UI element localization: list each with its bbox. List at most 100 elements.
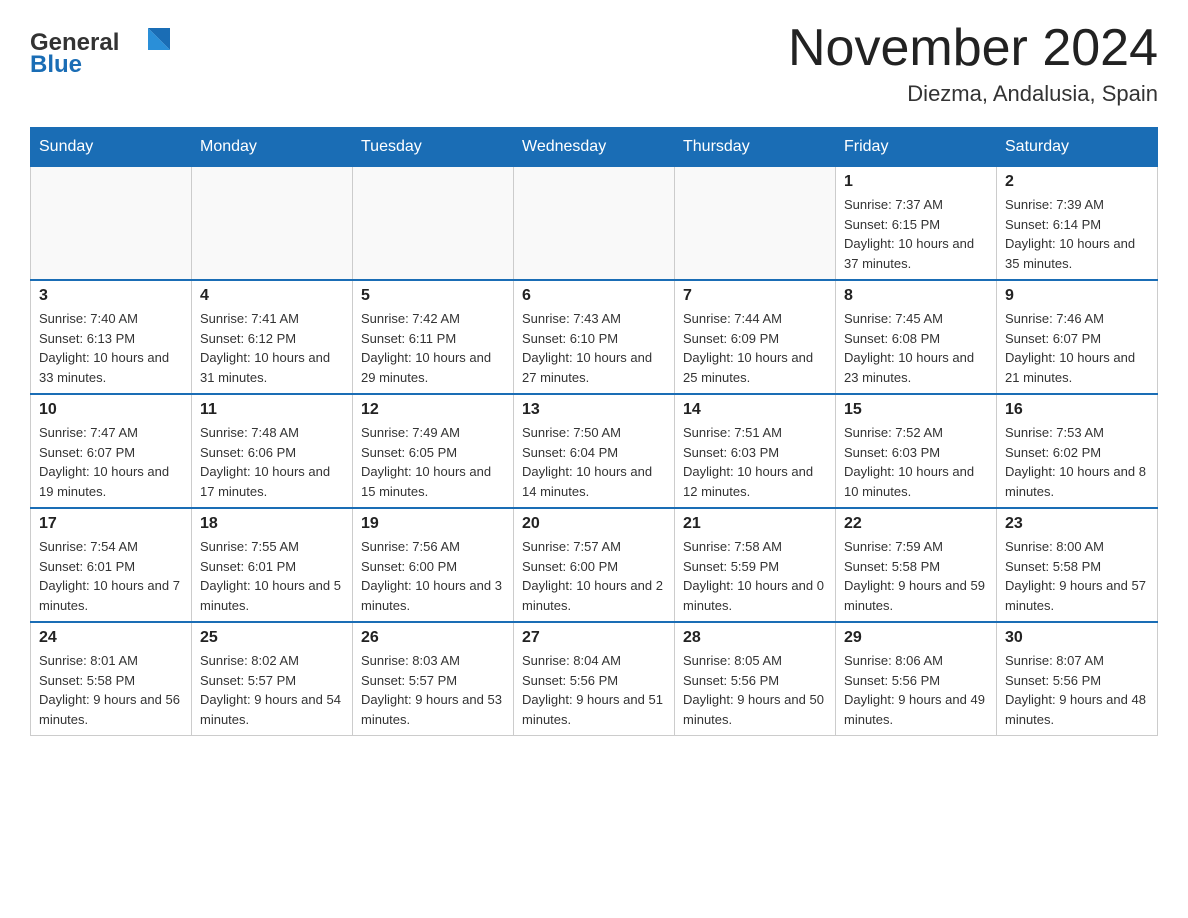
calendar-cell: 12 Sunrise: 7:49 AM Sunset: 6:05 PM Dayli… — [353, 394, 514, 508]
day-number: 27 — [522, 629, 666, 647]
day-number: 11 — [200, 401, 344, 419]
calendar-cell: 21 Sunrise: 7:58 AM Sunset: 5:59 PM Dayli… — [675, 508, 836, 622]
sun-info: Sunrise: 7:54 AM Sunset: 6:01 PM Dayligh… — [39, 537, 183, 615]
calendar-table: SundayMondayTuesdayWednesdayThursdayFrid… — [30, 127, 1158, 736]
day-number: 26 — [361, 629, 505, 647]
sun-info: Sunrise: 8:02 AM Sunset: 5:57 PM Dayligh… — [200, 651, 344, 729]
calendar-cell: 4 Sunrise: 7:41 AM Sunset: 6:12 PM Daylig… — [192, 280, 353, 394]
sun-info: Sunrise: 7:51 AM Sunset: 6:03 PM Dayligh… — [683, 423, 827, 501]
calendar-cell: 13Sunrise: 7:50 AM Sunset: 6:04 PM Dayli… — [514, 394, 675, 508]
sun-info: Sunrise: 8:00 AM Sunset: 5:58 PM Dayligh… — [1005, 537, 1149, 615]
calendar-cell: 8 Sunrise: 7:45 AM Sunset: 6:08 PM Daylig… — [836, 280, 997, 394]
calendar-cell: 28 Sunrise: 8:05 AM Sunset: 5:56 PM Dayli… — [675, 622, 836, 736]
calendar-cell: 24 Sunrise: 8:01 AM Sunset: 5:58 PM Dayli… — [31, 622, 192, 736]
day-header-thursday: Thursday — [675, 128, 836, 167]
day-number: 20 — [522, 515, 666, 533]
week-row-2: 3Sunrise: 7:40 AM Sunset: 6:13 PM Daylig… — [31, 280, 1158, 394]
day-number: 4 — [200, 287, 344, 305]
sun-info: Sunrise: 8:04 AM Sunset: 5:56 PM Dayligh… — [522, 651, 666, 729]
sun-info: Sunrise: 8:06 AM Sunset: 5:56 PM Dayligh… — [844, 651, 988, 729]
day-header-sunday: Sunday — [31, 128, 192, 167]
sun-info: Sunrise: 7:48 AM Sunset: 6:06 PM Dayligh… — [200, 423, 344, 501]
sun-info: Sunrise: 7:46 AM Sunset: 6:07 PM Dayligh… — [1005, 309, 1149, 387]
day-number: 2 — [1005, 173, 1149, 191]
header: General Blue November 2024 Diezma, Andal… — [30, 20, 1158, 107]
day-number: 5 — [361, 287, 505, 305]
calendar-header-row: SundayMondayTuesdayWednesdayThursdayFrid… — [31, 128, 1158, 167]
calendar-cell: 7Sunrise: 7:44 AM Sunset: 6:09 PM Daylig… — [675, 280, 836, 394]
week-row-5: 24 Sunrise: 8:01 AM Sunset: 5:58 PM Dayli… — [31, 622, 1158, 736]
calendar-cell: 23 Sunrise: 8:00 AM Sunset: 5:58 PM Dayli… — [997, 508, 1158, 622]
sun-info: Sunrise: 7:47 AM Sunset: 6:07 PM Dayligh… — [39, 423, 183, 501]
day-number: 23 — [1005, 515, 1149, 533]
calendar-cell: 14 Sunrise: 7:51 AM Sunset: 6:03 PM Dayli… — [675, 394, 836, 508]
sun-info: Sunrise: 8:03 AM Sunset: 5:57 PM Dayligh… — [361, 651, 505, 729]
day-number: 10 — [39, 401, 183, 419]
sun-info: Sunrise: 7:55 AM Sunset: 6:01 PM Dayligh… — [200, 537, 344, 615]
calendar-cell: 17Sunrise: 7:54 AM Sunset: 6:01 PM Dayli… — [31, 508, 192, 622]
calendar-cell: 6 Sunrise: 7:43 AM Sunset: 6:10 PM Daylig… — [514, 280, 675, 394]
week-row-4: 17Sunrise: 7:54 AM Sunset: 6:01 PM Dayli… — [31, 508, 1158, 622]
day-number: 19 — [361, 515, 505, 533]
day-header-wednesday: Wednesday — [514, 128, 675, 167]
day-number: 18 — [200, 515, 344, 533]
calendar-cell: 10 Sunrise: 7:47 AM Sunset: 6:07 PM Dayli… — [31, 394, 192, 508]
calendar-cell — [514, 167, 675, 281]
day-number: 8 — [844, 287, 988, 305]
day-number: 12 — [361, 401, 505, 419]
day-number: 14 — [683, 401, 827, 419]
sun-info: Sunrise: 7:45 AM Sunset: 6:08 PM Dayligh… — [844, 309, 988, 387]
sun-info: Sunrise: 7:49 AM Sunset: 6:05 PM Dayligh… — [361, 423, 505, 501]
week-row-1: 1 Sunrise: 7:37 AM Sunset: 6:15 PM Daylig… — [31, 167, 1158, 281]
calendar-cell: 30Sunrise: 8:07 AM Sunset: 5:56 PM Dayli… — [997, 622, 1158, 736]
day-number: 30 — [1005, 629, 1149, 647]
sun-info: Sunrise: 7:53 AM Sunset: 6:02 PM Dayligh… — [1005, 423, 1149, 501]
day-number: 3 — [39, 287, 183, 305]
month-title: November 2024 — [788, 20, 1158, 77]
sun-info: Sunrise: 7:58 AM Sunset: 5:59 PM Dayligh… — [683, 537, 827, 615]
day-number: 6 — [522, 287, 666, 305]
calendar-cell — [353, 167, 514, 281]
sun-info: Sunrise: 8:01 AM Sunset: 5:58 PM Dayligh… — [39, 651, 183, 729]
calendar-cell: 22Sunrise: 7:59 AM Sunset: 5:58 PM Dayli… — [836, 508, 997, 622]
calendar-cell: 16 Sunrise: 7:53 AM Sunset: 6:02 PM Dayli… — [997, 394, 1158, 508]
sun-info: Sunrise: 7:41 AM Sunset: 6:12 PM Dayligh… — [200, 309, 344, 387]
day-header-tuesday: Tuesday — [353, 128, 514, 167]
calendar-cell: 9 Sunrise: 7:46 AM Sunset: 6:07 PM Daylig… — [997, 280, 1158, 394]
calendar-cell: 5 Sunrise: 7:42 AM Sunset: 6:11 PM Daylig… — [353, 280, 514, 394]
calendar-cell: 3Sunrise: 7:40 AM Sunset: 6:13 PM Daylig… — [31, 280, 192, 394]
calendar-cell: 2Sunrise: 7:39 AM Sunset: 6:14 PM Daylig… — [997, 167, 1158, 281]
logo: General Blue — [30, 20, 190, 85]
day-number: 24 — [39, 629, 183, 647]
sun-info: Sunrise: 7:56 AM Sunset: 6:00 PM Dayligh… — [361, 537, 505, 615]
day-number: 21 — [683, 515, 827, 533]
day-number: 1 — [844, 173, 988, 191]
calendar-cell: 18 Sunrise: 7:55 AM Sunset: 6:01 PM Dayli… — [192, 508, 353, 622]
day-number: 22 — [844, 515, 988, 533]
calendar-cell: 25Sunrise: 8:02 AM Sunset: 5:57 PM Dayli… — [192, 622, 353, 736]
calendar-cell: 19 Sunrise: 7:56 AM Sunset: 6:00 PM Dayli… — [353, 508, 514, 622]
sun-info: Sunrise: 7:43 AM Sunset: 6:10 PM Dayligh… — [522, 309, 666, 387]
calendar-cell: 26 Sunrise: 8:03 AM Sunset: 5:57 PM Dayli… — [353, 622, 514, 736]
calendar-cell: 20 Sunrise: 7:57 AM Sunset: 6:00 PM Dayli… — [514, 508, 675, 622]
location-title: Diezma, Andalusia, Spain — [788, 81, 1158, 107]
svg-text:Blue: Blue — [30, 51, 82, 78]
title-area: November 2024 Diezma, Andalusia, Spain — [788, 20, 1158, 107]
day-header-monday: Monday — [192, 128, 353, 167]
day-number: 9 — [1005, 287, 1149, 305]
day-number: 28 — [683, 629, 827, 647]
sun-info: Sunrise: 7:57 AM Sunset: 6:00 PM Dayligh… — [522, 537, 666, 615]
calendar-cell: 15Sunrise: 7:52 AM Sunset: 6:03 PM Dayli… — [836, 394, 997, 508]
week-row-3: 10 Sunrise: 7:47 AM Sunset: 6:07 PM Dayli… — [31, 394, 1158, 508]
day-header-friday: Friday — [836, 128, 997, 167]
day-number: 29 — [844, 629, 988, 647]
calendar-cell — [192, 167, 353, 281]
sun-info: Sunrise: 7:37 AM Sunset: 6:15 PM Dayligh… — [844, 195, 988, 273]
calendar-cell: 27 Sunrise: 8:04 AM Sunset: 5:56 PM Dayli… — [514, 622, 675, 736]
sun-info: Sunrise: 8:05 AM Sunset: 5:56 PM Dayligh… — [683, 651, 827, 729]
day-number: 15 — [844, 401, 988, 419]
day-number: 16 — [1005, 401, 1149, 419]
day-number: 13 — [522, 401, 666, 419]
logo-text: General Blue — [30, 20, 190, 85]
sun-info: Sunrise: 7:42 AM Sunset: 6:11 PM Dayligh… — [361, 309, 505, 387]
